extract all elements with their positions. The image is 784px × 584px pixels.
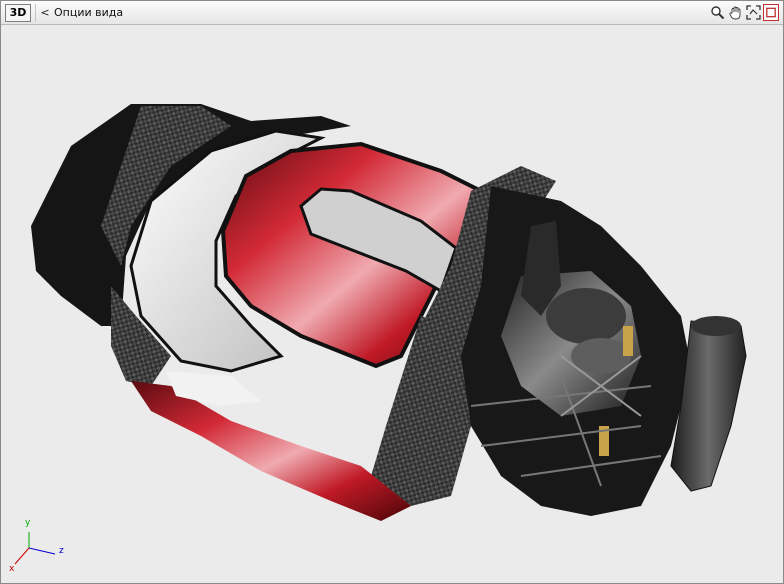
axis-y-label: y — [25, 518, 31, 528]
car-chassis-model — [31, 104, 747, 521]
pan-icon — [728, 6, 740, 20]
mode-badge-3d[interactable]: 3D — [5, 3, 31, 22]
3d-viewport[interactable]: y z x — [1, 26, 783, 583]
back-chevron-icon[interactable]: < — [40, 6, 50, 19]
zoom-button[interactable] — [709, 4, 725, 21]
view-options-menu[interactable]: Опции вида — [54, 6, 123, 19]
viewer-toolbar: 3D < Опции вида — [1, 1, 783, 25]
toolbar-separator — [35, 3, 36, 22]
axis-x-label: x — [9, 564, 15, 574]
frame-select-button[interactable] — [763, 4, 779, 21]
fit-view-button[interactable] — [745, 4, 761, 21]
fit-view-icon — [745, 5, 761, 20]
frame-select-icon — [766, 7, 776, 18]
axis-gizmo: y z x — [7, 518, 77, 580]
zoom-icon — [710, 6, 724, 20]
axis-lines — [14, 532, 56, 565]
view-tools — [709, 4, 779, 21]
axis-z-label: z — [59, 546, 64, 556]
viewer-window: 3D < Опции вида y z x — [0, 0, 784, 584]
pan-button[interactable] — [727, 4, 743, 21]
